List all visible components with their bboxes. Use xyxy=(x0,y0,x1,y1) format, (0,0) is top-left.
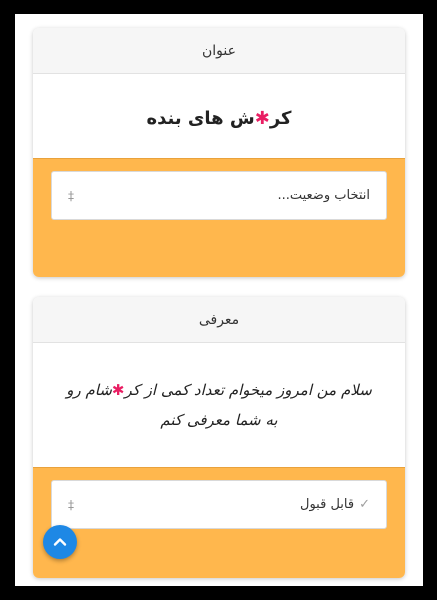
card-title-text: کر ✱ ش های بنده xyxy=(146,107,292,129)
card-footer: ✓ قابل قبول ‡ xyxy=(33,467,405,578)
screen: عنوان کر ✱ ش های بنده انتخاب وضعیت... ‡ مع… xyxy=(15,14,423,586)
status-select-label: قابل قبول xyxy=(300,497,355,512)
status-select[interactable]: ✓ قابل قبول ‡ xyxy=(51,480,387,529)
title-card: عنوان کر ✱ ش های بنده انتخاب وضعیت... ‡ xyxy=(33,28,405,277)
card-intro-text: سلام من امروز میخوام تعداد کمی از کر✱شام… xyxy=(33,343,405,467)
chevron-up-icon xyxy=(53,538,67,546)
status-select[interactable]: انتخاب وضعیت... ‡ xyxy=(51,171,387,220)
card-header: عنوان xyxy=(33,28,405,74)
intro-line-2: به شما معرفی کنم xyxy=(160,411,278,429)
select-arrows-icon: ‡ xyxy=(68,497,74,512)
check-icon: ✓ xyxy=(359,497,370,512)
intro-card: معرفی سلام من امروز میخوام تعداد کمی از … xyxy=(33,297,405,578)
scroll-to-top-button[interactable] xyxy=(43,525,77,559)
card-header: معرفی xyxy=(33,297,405,343)
card-footer: انتخاب وضعیت... ‡ xyxy=(33,158,405,277)
status-select-value: انتخاب وضعیت... xyxy=(277,188,370,203)
intro-line-1: سلام من امروز میخوام تعداد کمی از کر✱شام… xyxy=(66,381,372,399)
select-arrows-icon: ‡ xyxy=(68,188,74,203)
status-select-value: ✓ قابل قبول xyxy=(74,497,370,512)
